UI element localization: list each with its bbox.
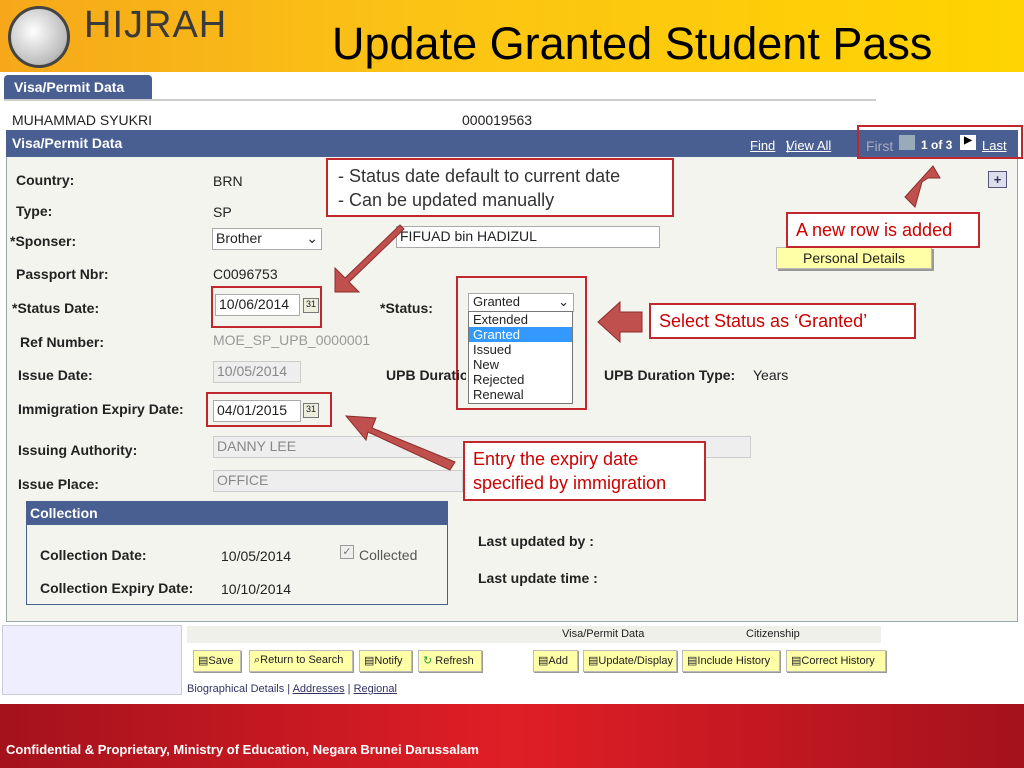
footer-text: Confidential & Proprietary, Ministry of … (6, 742, 479, 757)
left-pane (2, 625, 182, 695)
slide-footer (0, 704, 1024, 768)
bottom-links: Biographical Details | Addresses | Regio… (187, 683, 397, 695)
add-button[interactable]: ▤Add (533, 650, 578, 672)
refresh-button[interactable]: ↻ Refresh (418, 650, 482, 672)
biographical-details-link[interactable]: Biographical Details (187, 683, 284, 695)
include-history-button[interactable]: ▤Include History (682, 650, 780, 672)
toolbar-citizenship-label: Citizenship (746, 628, 800, 640)
arrow-icon (904, 165, 941, 208)
save-button[interactable]: ▤Save (193, 650, 241, 672)
addresses-link[interactable]: Addresses (293, 683, 345, 695)
arrow-icon (597, 300, 643, 344)
arrow-icon (334, 224, 405, 293)
return-to-search-button[interactable]: ⌕Return to Search (249, 650, 353, 672)
notify-button[interactable]: ▤Notify (359, 650, 412, 672)
arrow-icon (344, 415, 456, 471)
update-display-button[interactable]: ▤Update/Display (583, 650, 677, 672)
correct-history-button[interactable]: ▤Correct History (786, 650, 886, 672)
regional-link[interactable]: Regional (354, 683, 397, 695)
toolbar-visa-label: Visa/Permit Data (562, 628, 645, 640)
